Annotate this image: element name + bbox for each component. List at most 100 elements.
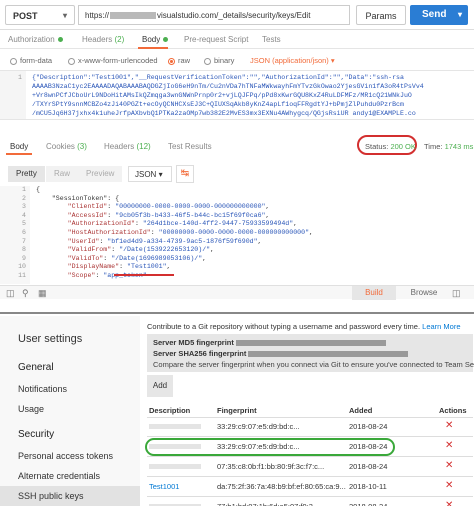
ssh-keys-panel: Contribute to a Git repository without t… (145, 318, 474, 506)
sidebar-item-ssh-public-keys[interactable]: SSH public keys (18, 491, 84, 501)
screenshot-divider (0, 312, 474, 314)
json-line: "ClientId": "00000000-0000-0000-0000-000… (36, 203, 270, 211)
col-added: Added (349, 406, 373, 415)
key-fingerprint: 07:35:c8:0b:f1:bb:80:9f:3c:f7:c... (217, 462, 325, 471)
delete-icon[interactable]: ✕ (445, 420, 453, 431)
body-type-selector: form-data x-www-form-urlencoded raw bina… (0, 51, 474, 69)
sidebar-section-security: Security (18, 429, 55, 440)
line-number: 6 (22, 228, 26, 236)
sidebar-section-general: General (18, 362, 54, 373)
method-label: POST (13, 11, 38, 21)
delete-icon[interactable]: ✕ (445, 480, 453, 491)
send-button[interactable]: Send ▾ (410, 5, 468, 25)
radio-urlencoded[interactable]: x-www-form-urlencoded (68, 56, 158, 65)
line-number: 1 (22, 186, 26, 193)
raw-button[interactable]: Raw (46, 166, 79, 182)
line-numbers: 1 2 3 4 5 6 7 8 9 10 11 (0, 186, 30, 284)
sidebar-item-personal-access-tokens[interactable]: Personal access tokens (18, 451, 113, 461)
request-tabs: Authorization Headers (2) Body Pre-reque… (0, 31, 474, 49)
json-line: "Scope": "app_token" (36, 271, 147, 279)
tab-authorization[interactable]: Authorization (8, 35, 63, 44)
sidebar-toggle-icon[interactable]: ◫ (6, 288, 15, 299)
tab-response-body[interactable]: Body (10, 142, 28, 151)
sha256-fingerprint: Server SHA256 fingerprint (153, 349, 409, 358)
url-input[interactable]: https:// visualstudio.com/_details/securi… (78, 5, 350, 25)
sidebar-item-usage[interactable]: Usage (18, 404, 44, 414)
request-body-line: AAAAB3NzaC1yc2EAAAADAQABAAABAQDGZjIoG6eH… (32, 83, 424, 90)
request-body-editor[interactable]: 1 {"Description":"Test1001","__RequestVe… (0, 70, 474, 120)
format-select[interactable]: JSON ▾ (128, 166, 172, 182)
url-suffix: visualstudio.com/_details/security/keys/… (157, 11, 311, 20)
tab-response-headers[interactable]: Headers (12) (104, 142, 151, 151)
pretty-button[interactable]: Pretty (8, 166, 45, 182)
time-readout: Time: 1743 ms (424, 142, 474, 151)
settings-title: User settings (18, 333, 83, 345)
sidebar-item-alternate-credentials[interactable]: Alternate credentials (18, 471, 100, 481)
radio-binary[interactable]: binary (204, 56, 234, 65)
json-line: "AccessId": "9cb05f3b-b433-46f5-b44c-bc1… (36, 211, 270, 219)
col-actions: Actions (439, 406, 467, 415)
intro-text: Contribute to a Git repository without t… (147, 322, 461, 331)
key-description: Test1001 (149, 482, 180, 491)
key-added-date: 2018-08-24 (349, 502, 387, 506)
col-description: Description (149, 406, 191, 415)
displayname-highlight (114, 274, 174, 276)
line-number: 4 (22, 211, 26, 219)
key-added-date: 2018-10-11 (349, 482, 387, 491)
response-json: { "SessionToken": { "ClientId": "0000000… (36, 186, 313, 281)
line-number: 1 (0, 71, 26, 119)
json-line: "SessionToken": { (36, 194, 120, 202)
preview-button[interactable]: Preview (78, 166, 123, 182)
radio-raw[interactable]: raw (168, 56, 190, 65)
fingerprint-box: Server MD5 fingerprint Server SHA256 fin… (147, 334, 474, 372)
delete-icon[interactable]: ✕ (445, 460, 453, 471)
layout-icon[interactable]: ◫ (452, 288, 461, 299)
header-divider (147, 417, 473, 418)
fingerprint-note: Compare the server fingerprint when you … (153, 360, 474, 369)
add-button[interactable]: Add (147, 375, 173, 397)
key-fingerprint: da:75:2f:36:7a:48:b9:bf:ef:80:65:ca:9... (217, 482, 346, 491)
line-number: 9 (22, 254, 26, 262)
tab-test-results[interactable]: Test Results (168, 142, 212, 151)
tab-cookies[interactable]: Cookies (3) (46, 142, 87, 151)
active-tab-indicator (6, 153, 32, 155)
line-number: 3 (22, 203, 26, 211)
url-prefix: https:// (85, 11, 110, 20)
response-body-viewer[interactable]: 1 2 3 4 5 6 7 8 9 10 11 { "SessionToken": { "Clien… (0, 186, 474, 284)
tab-headers[interactable]: Headers (2) (82, 35, 124, 44)
status-bar: ◫ ⚲ ▦ Build Browse ◫ (0, 285, 474, 300)
json-line: "AuthorizationId": "264d1bce-140d-4ff2-9… (36, 220, 298, 228)
line-number: 10 (18, 263, 26, 271)
request-body-line: /mCU5Jq6H37jxhx4k1uheJrfpAXbvbQ1PTKa2zaO… (32, 110, 416, 117)
sidebar-item-notifications[interactable]: Notifications (18, 384, 67, 394)
json-line: { (36, 186, 40, 193)
tab-tests[interactable]: Tests (262, 35, 281, 44)
wrap-lines-icon[interactable]: ↹ (176, 165, 194, 183)
console-icon[interactable]: ▦ (38, 288, 47, 299)
content-type-dropdown[interactable]: JSON (application/json) ▾ (250, 56, 335, 65)
redacted-description (149, 424, 201, 429)
radio-form-data[interactable]: form-data (10, 56, 52, 65)
col-fingerprint: Fingerprint (217, 406, 257, 415)
learn-more-link[interactable]: Learn More (422, 322, 460, 331)
params-button[interactable]: Params (356, 5, 406, 25)
delete-icon[interactable]: ✕ (445, 440, 453, 451)
status-dot-icon (57, 37, 63, 43)
md5-fingerprint: Server MD5 fingerprint (153, 338, 386, 347)
browse-button[interactable]: Browse (402, 286, 446, 300)
method-select[interactable]: POST ▾ (5, 5, 75, 25)
tab-body[interactable]: Body (142, 35, 169, 44)
row-divider (147, 456, 473, 457)
line-number: 2 (22, 194, 26, 202)
settings-sidebar: User settings General Notifications Usag… (0, 316, 140, 506)
key-added-date: 2018-08-24 (349, 422, 388, 431)
chevron-down-icon: ▾ (457, 10, 462, 19)
delete-icon[interactable]: ✕ (445, 500, 453, 506)
tab-pre-request-script[interactable]: Pre-request Script (184, 35, 248, 44)
search-icon[interactable]: ⚲ (22, 288, 29, 299)
request-body-line: {"Description":"Test1001","__RequestVeri… (32, 74, 404, 81)
active-tab-indicator (138, 47, 168, 49)
json-line: "HostAuthorizationId": "00000000-0000-00… (36, 228, 314, 236)
redacted-description (149, 464, 201, 469)
build-button[interactable]: Build (352, 286, 396, 300)
